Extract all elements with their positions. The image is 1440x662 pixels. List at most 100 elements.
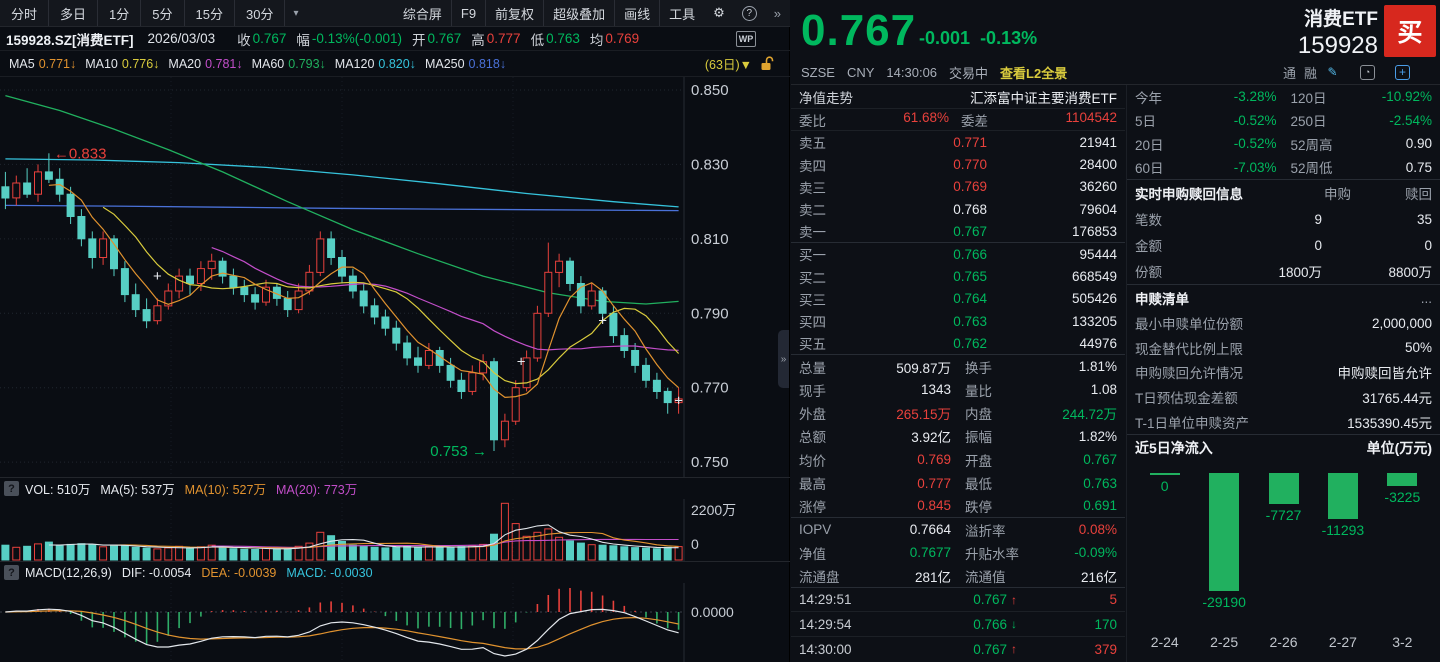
period-selector[interactable]: (63日)▼ [705,54,752,73]
volume-chart[interactable]: 2200万 0 [0,499,790,561]
tool-composite[interactable]: 综合屏 [394,0,451,26]
up-arrow-icon: ↑ [1011,592,1017,607]
tab-5min[interactable]: 5分 [141,0,185,26]
tick-time: 14:30:00 [799,641,852,657]
perf-label: 52周低 [1290,161,1333,177]
stat-value: 0.769 [917,452,951,468]
flow-date-label: 3-2 [1392,634,1413,650]
ma10-value: 0.776↓ [121,56,160,71]
l2-link[interactable]: 查看L2全景 [1000,63,1067,82]
bid-row[interactable]: 买一 0.766 95444 [791,243,1125,265]
stat-value: 1343 [920,382,951,398]
ask-price: 0.771 [953,134,987,150]
perf-row: 60日 -7.03% 52周低 0.75 [1127,156,1440,180]
svg-text:+: + [517,354,526,371]
margin-tong-badge: 通 [1282,65,1296,81]
alert-icon[interactable]: ◔ [1360,64,1375,80]
bid-price: 0.762 [953,335,987,351]
tool-tools[interactable]: 工具 [659,0,704,26]
redeem-row: 申购赎回允许情况 申购赎回皆允许 [1127,360,1440,385]
period-dropdown-icon[interactable]: ▾ [285,8,306,19]
wp-icon[interactable]: WP [736,30,756,47]
flow-date-label: 2-27 [1328,634,1357,650]
ma250-value: 0.818↓ [468,56,507,71]
tick-volume: 170 [1094,616,1117,632]
tab-fenshi[interactable]: 分时 [0,0,50,26]
flow-value-label: -3225 [1384,489,1421,505]
ask-price: 0.768 [953,201,987,217]
add-watchlist-icon[interactable]: + [1395,64,1410,80]
bid-price: 0.764 [953,291,987,307]
stats-row: IOPV 0.7664 溢折率 0.08% [791,518,1125,541]
stat-value: 0.845 [917,498,951,514]
help-icon[interactable]: ? [4,565,19,580]
macd-chart[interactable]: 0.0000 [0,583,790,662]
more-link[interactable]: ... [1421,291,1432,306]
fund-full-name[interactable]: 汇添富中证主要消费ETF [970,87,1117,107]
buy-button[interactable]: 买 [1384,5,1436,57]
close-value: 0.767 [252,31,287,46]
flow-date-label: 2-25 [1210,634,1239,650]
bid-row[interactable]: 买五 0.762 44976 [791,333,1125,355]
redeem-value: 35 [1416,211,1432,227]
gear-icon[interactable]: ⚙ [704,0,734,26]
ask-row[interactable]: 卖五 0.771 21941 [791,131,1125,153]
perf-cell: 60日 -7.03% [1135,157,1277,177]
help-icon[interactable]: ? [741,5,757,21]
avg-value: 0.769 [605,31,640,46]
bid-row[interactable]: 买二 0.765 668549 [791,265,1125,287]
ma60-label: MA60 [251,56,285,71]
tick-row[interactable]: 14:30:00 0.767 ↑ 379 [791,637,1125,662]
stat-label: IOPV [799,522,832,538]
ask-row[interactable]: 卖二 0.768 79604 [791,198,1125,220]
svg-text:←0.833: ←0.833 [54,145,107,162]
tick-row[interactable]: 14:29:54 0.766 ↓ 170 [791,612,1125,638]
tab-1min[interactable]: 1分 [98,0,142,26]
bid-row[interactable]: 买四 0.763 133205 [791,310,1125,332]
tab-30min[interactable]: 30分 [235,0,286,26]
vol-value: VOL: 510万 [25,483,91,497]
tick-row[interactable]: 14:29:51 0.767 ↑ 5 [791,588,1125,613]
tab-15min[interactable]: 15分 [185,0,235,26]
perf-value: -0.52% [1233,136,1277,152]
exchange-label: SZSE [801,64,835,80]
help-icon[interactable]: ? [4,481,19,496]
open-label: 开 [411,32,426,48]
ask-levels: 卖五 0.771 21941 卖四 0.770 28400 卖三 0.769 36260 卖二 0.… [791,131,1125,243]
tool-adjust[interactable]: 前复权 [485,0,543,26]
ask-row[interactable]: 卖四 0.770 28400 [791,153,1125,175]
stats-cell: 总量 509.87万 [799,357,951,377]
chart-region: 分时 多日 1分 5分 15分 30分 ▾ 综合屏 F9 前复权 超级叠加 画线… [0,0,790,662]
edit-icon[interactable]: ✎ [1325,65,1340,80]
price-change: -0.001 -0.13% [919,28,1037,49]
perf-value: 0.90 [1405,136,1432,152]
tool-f9[interactable]: F9 [450,0,485,26]
unlock-icon[interactable] [760,56,774,71]
nav-label[interactable]: 净值走势 [799,87,853,107]
tool-drawline[interactable]: 画线 [614,0,659,26]
stat-label: 流通值 [965,569,1006,585]
tab-duori[interactable]: 多日 [49,0,99,26]
redeem-label: 现金替代比例上限 [1135,341,1243,357]
ask-row[interactable]: 卖三 0.769 36260 [791,176,1125,198]
subscription-label: 笔数 [1135,213,1162,228]
ask-level-label: 卖四 [799,158,826,174]
collapse-panel-handle[interactable]: » [778,330,789,388]
redeem-value: 31765.44元 [1362,391,1432,407]
perf-row: 20日 -0.52% 52周高 0.90 [1127,132,1440,156]
candlestick-chart[interactable]: 0.850 0.830 0.810 0.790 0.770 0.750 ←0.833 0.75… [0,77,790,477]
more-icon[interactable]: » [765,0,790,26]
flow-value-label: -7727 [1265,507,1302,523]
bid-price: 0.763 [953,313,987,329]
ask-level-label: 卖五 [799,136,826,152]
bid-row[interactable]: 买三 0.764 505426 [791,288,1125,310]
stat-value: 0.7677 [909,545,951,561]
low-label: 低 [530,32,545,48]
vol-ma10: MA(10): 527万 [184,483,266,497]
stats-cell: IOPV 0.7664 [799,522,951,537]
instrument-name: 消费ETF [1304,9,1378,30]
redeem-label: T日预估现金差额 [1135,391,1238,407]
tool-overlay[interactable]: 超级叠加 [543,0,614,26]
subscription-section-header: 实时申购赎回信息 申购 赎回 [1127,180,1440,206]
ask-row[interactable]: 卖一 0.767 176853 [791,221,1125,243]
